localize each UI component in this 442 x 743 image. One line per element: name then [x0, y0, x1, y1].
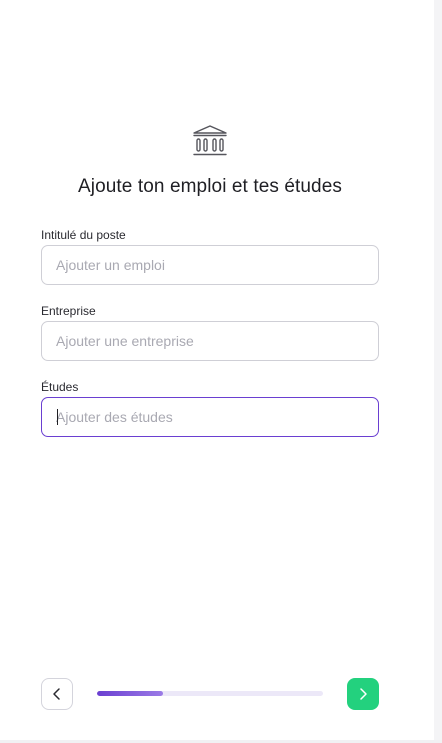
onboarding-page: Ajoute ton emploi et tes études Intitulé…	[0, 0, 442, 743]
job-title-field-box[interactable]	[41, 245, 379, 285]
company-label: Entreprise	[41, 304, 96, 318]
job-title-label: Intitulé du poste	[41, 228, 126, 242]
chevron-left-icon	[53, 688, 60, 700]
job-title-input[interactable]	[42, 246, 366, 284]
window-edge	[434, 0, 442, 743]
next-button[interactable]	[347, 678, 379, 710]
progress-bar-fill	[97, 691, 163, 696]
back-button[interactable]	[41, 678, 73, 710]
education-field-box[interactable]	[41, 397, 379, 437]
education-label: Études	[41, 380, 79, 394]
chevron-right-icon	[360, 688, 367, 700]
progress-bar	[97, 691, 323, 696]
page-title: Ajoute ton emploi et tes études	[78, 176, 342, 197]
company-input[interactable]	[42, 322, 366, 360]
company-field-box[interactable]	[41, 321, 379, 361]
institution-icon	[193, 125, 227, 156]
text-cursor	[57, 409, 58, 425]
education-input[interactable]	[42, 398, 366, 436]
